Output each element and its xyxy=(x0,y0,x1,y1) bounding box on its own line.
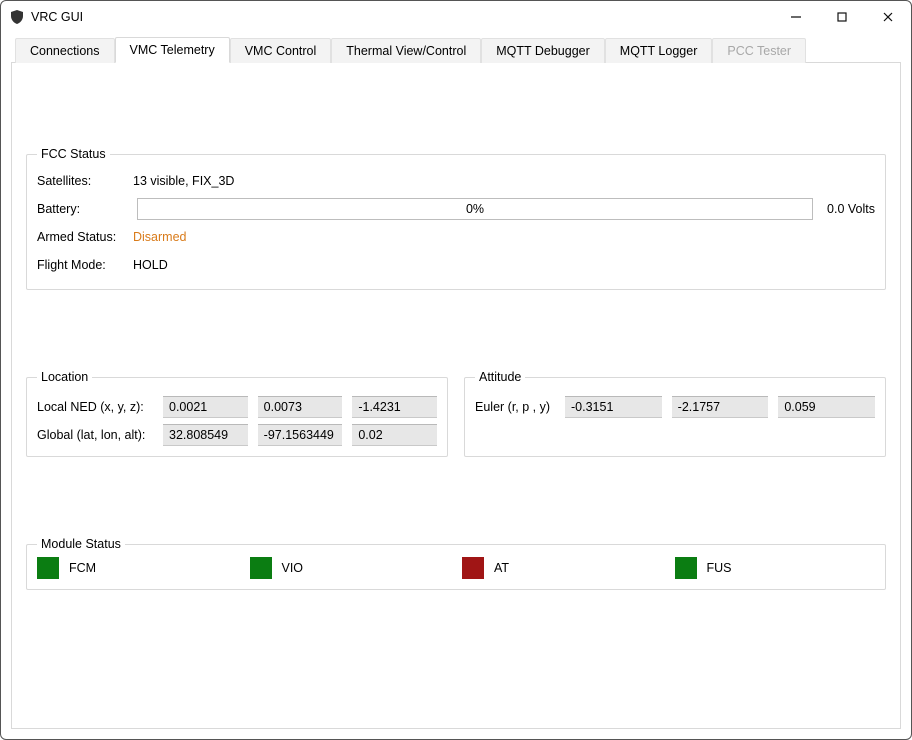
window-title: VRC GUI xyxy=(31,10,83,24)
titlebar: VRC GUI xyxy=(1,1,911,33)
status-indicator-icon xyxy=(37,557,59,579)
battery-label: Battery: xyxy=(37,202,131,216)
row-flight-mode: Flight Mode: HOLD xyxy=(37,251,875,279)
row-local-ned: Local NED (x, y, z): 0.0021 0.0073 -1.42… xyxy=(37,396,437,418)
status-indicator-icon xyxy=(250,557,272,579)
status-indicator-icon xyxy=(462,557,484,579)
euler-roll: -0.3151 xyxy=(565,396,662,418)
row-euler: Euler (r, p , y) -0.3151 -2.1757 0.059 xyxy=(475,396,875,418)
module-name: AT xyxy=(494,561,509,575)
spacer xyxy=(26,77,886,147)
local-ned-label: Local NED (x, y, z): xyxy=(37,400,153,414)
tab-thermal[interactable]: Thermal View/Control xyxy=(331,38,481,63)
tab-vmc-control[interactable]: VMC Control xyxy=(230,38,332,63)
flightmode-value: HOLD xyxy=(131,258,168,272)
tab-pcc-tester: PCC Tester xyxy=(712,38,806,63)
armed-value: Disarmed xyxy=(131,230,187,244)
attitude-legend: Attitude xyxy=(475,370,525,384)
group-module-status: Module Status FCM VIO AT xyxy=(26,537,886,590)
close-button[interactable] xyxy=(865,1,911,33)
minimize-button[interactable] xyxy=(773,1,819,33)
flightmode-label: Flight Mode: xyxy=(37,258,131,272)
tab-mqtt-debugger[interactable]: MQTT Debugger xyxy=(481,38,605,63)
satellites-value: 13 visible, FIX_3D xyxy=(131,174,234,188)
module-name: FCM xyxy=(69,561,96,575)
status-indicator-icon xyxy=(675,557,697,579)
fcc-legend: FCC Status xyxy=(37,147,110,161)
group-attitude: Attitude Euler (r, p , y) -0.3151 -2.175… xyxy=(464,370,886,457)
local-ned-x: 0.0021 xyxy=(163,396,248,418)
tab-vmc-telemetry[interactable]: VMC Telemetry xyxy=(115,37,230,63)
row-location-attitude: Location Local NED (x, y, z): 0.0021 0.0… xyxy=(26,370,886,457)
app-window: VRC GUI Connections VMC Telemetry VMC Co… xyxy=(0,0,912,740)
module-status-legend: Module Status xyxy=(37,537,125,551)
group-fcc-status: FCC Status Satellites: 13 visible, FIX_3… xyxy=(26,147,886,290)
global-lon: -97.1563449 xyxy=(258,424,343,446)
satellites-label: Satellites: xyxy=(37,174,131,188)
global-alt: 0.02 xyxy=(352,424,437,446)
euler-pitch: -2.1757 xyxy=(672,396,769,418)
content-area: Connections VMC Telemetry VMC Control Th… xyxy=(1,33,911,739)
module-at: AT xyxy=(462,557,663,579)
module-fcm: FCM xyxy=(37,557,238,579)
local-ned-z: -1.4231 xyxy=(352,396,437,418)
row-satellites: Satellites: 13 visible, FIX_3D xyxy=(37,167,875,195)
module-fus: FUS xyxy=(675,557,876,579)
tab-connections[interactable]: Connections xyxy=(15,38,115,63)
battery-volts: 0.0 Volts xyxy=(819,202,875,216)
module-vio: VIO xyxy=(250,557,451,579)
location-legend: Location xyxy=(37,370,92,384)
maximize-button[interactable] xyxy=(819,1,865,33)
window-buttons xyxy=(773,1,911,33)
module-list: FCM VIO AT FUS xyxy=(37,557,875,579)
row-global: Global (lat, lon, alt): 32.808549 -97.15… xyxy=(37,424,437,446)
global-lat: 32.808549 xyxy=(163,424,248,446)
euler-label: Euler (r, p , y) xyxy=(475,400,555,414)
tab-bar: Connections VMC Telemetry VMC Control Th… xyxy=(11,37,901,63)
tab-mqtt-logger[interactable]: MQTT Logger xyxy=(605,38,713,63)
group-location: Location Local NED (x, y, z): 0.0021 0.0… xyxy=(26,370,448,457)
row-battery: Battery: 0% 0.0 Volts xyxy=(37,195,875,223)
titlebar-left: VRC GUI xyxy=(9,9,83,25)
armed-label: Armed Status: xyxy=(37,230,131,244)
euler-yaw: 0.059 xyxy=(778,396,875,418)
app-shield-icon xyxy=(9,9,25,25)
battery-percent-text: 0% xyxy=(466,202,484,216)
module-name: VIO xyxy=(282,561,304,575)
row-armed: Armed Status: Disarmed xyxy=(37,223,875,251)
module-name: FUS xyxy=(707,561,732,575)
battery-progress: 0% xyxy=(137,198,813,220)
local-ned-y: 0.0073 xyxy=(258,396,343,418)
global-label: Global (lat, lon, alt): xyxy=(37,428,153,442)
tab-panel-vmc-telemetry: FCC Status Satellites: 13 visible, FIX_3… xyxy=(11,63,901,729)
